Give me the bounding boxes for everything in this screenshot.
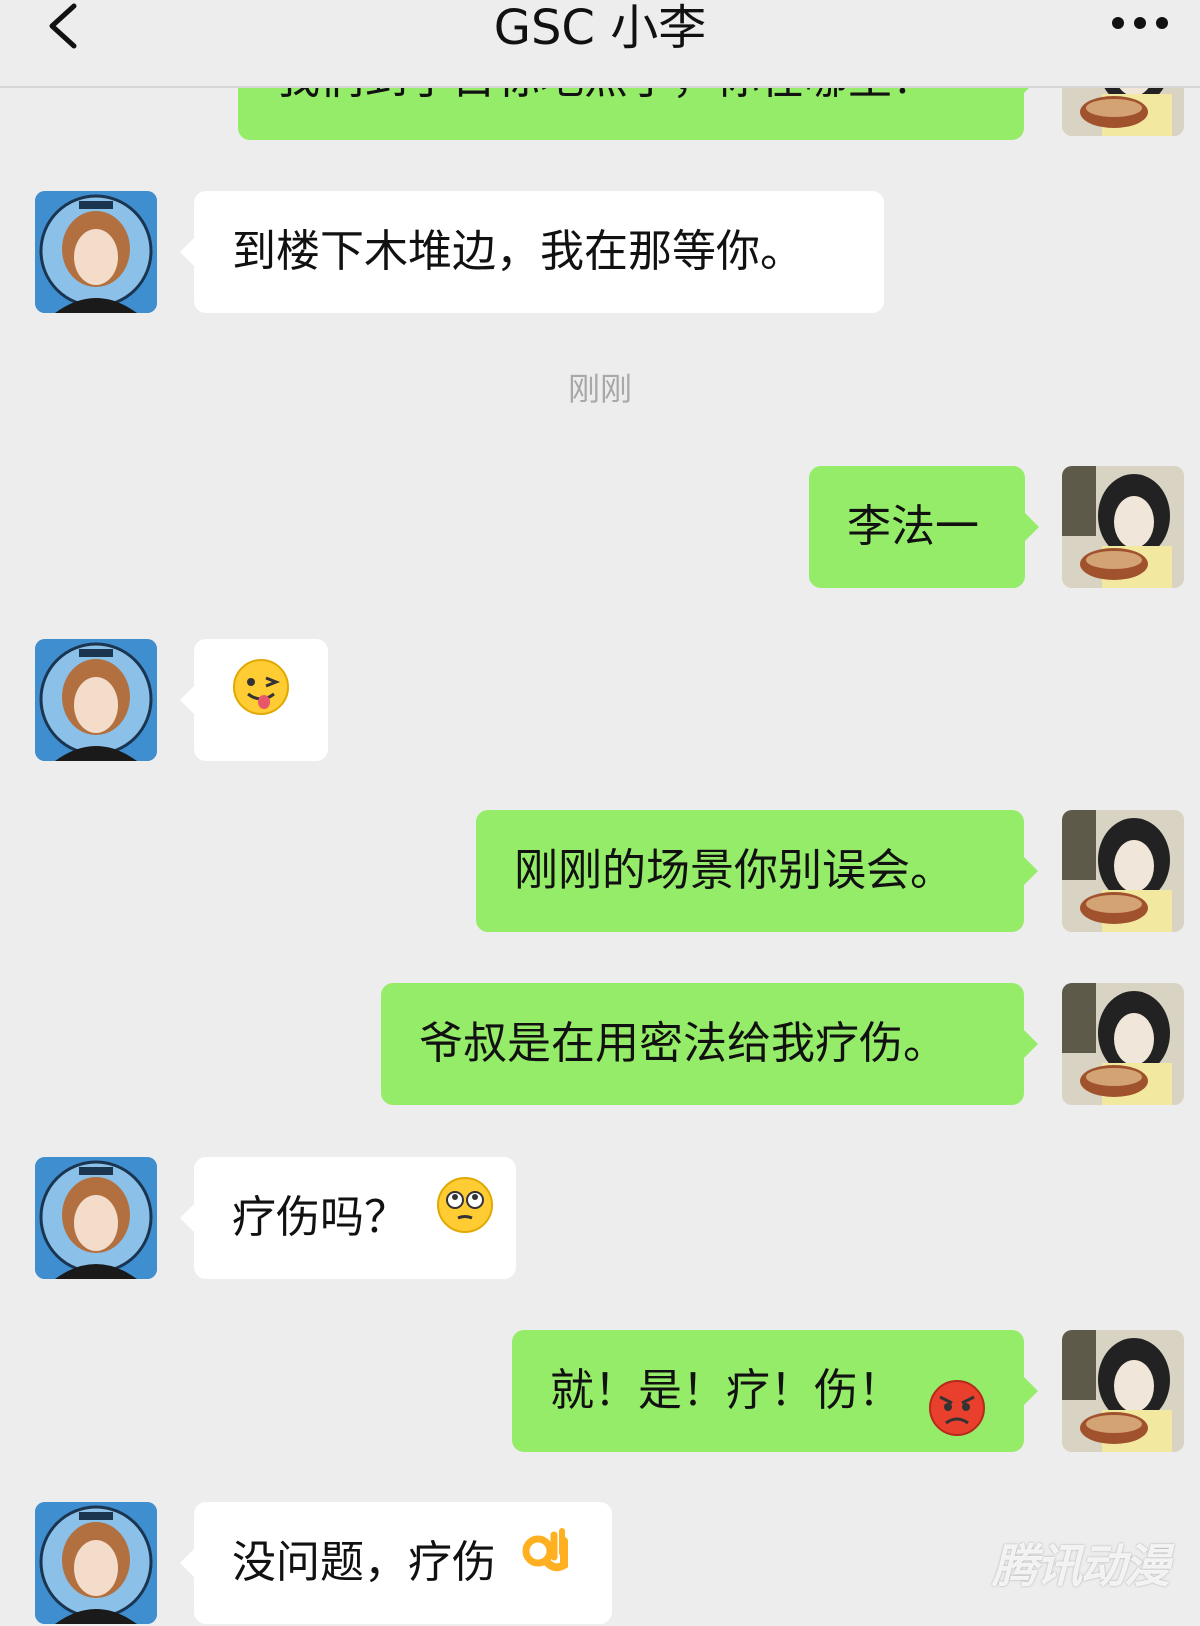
- chat-title: GSC 小李: [493, 0, 707, 56]
- message-bubble-incoming[interactable]: 没问题，疗伤: [180, 1502, 612, 1626]
- more-dots-icon: [1112, 17, 1168, 29]
- contact-avatar[interactable]: [35, 1157, 157, 1279]
- message-bubble-outgoing[interactable]: 李法一: [809, 466, 1039, 588]
- my-avatar[interactable]: [1062, 810, 1184, 932]
- my-avatar[interactable]: [1062, 466, 1184, 588]
- watermark-logo: 腾讯动漫: [992, 1539, 1170, 1593]
- my-avatar[interactable]: [1062, 1330, 1184, 1452]
- message-text: 李法一: [847, 501, 979, 552]
- contact-avatar[interactable]: [35, 639, 157, 761]
- message-text: 疗伤吗？: [232, 1192, 408, 1243]
- angry-face-emoji-icon: [928, 1362, 986, 1484]
- timestamp: 刚刚: [567, 370, 632, 408]
- more-button[interactable]: [1108, 8, 1172, 38]
- message-text: 刚刚的场景你别误会。: [514, 845, 954, 896]
- message-bubble-incoming[interactable]: 疗伤吗？: [180, 1157, 516, 1281]
- chat-area: 我们到了目标地点了，你在哪里？ 到楼下木堆边，我在那等你。 刚刚 李法一 刚刚的…: [0, 0, 1200, 1624]
- message-bubble-incoming[interactable]: [180, 639, 328, 763]
- message-bubble-incoming[interactable]: 到楼下木堆边，我在那等你。: [180, 191, 884, 313]
- my-avatar[interactable]: [1062, 983, 1184, 1105]
- message-bubble-outgoing[interactable]: 就！是！疗！伤！: [512, 1330, 1038, 1452]
- contact-avatar[interactable]: [35, 1502, 157, 1624]
- ok-hand-emoji-icon: [514, 1504, 572, 1626]
- winking-tongue-emoji-icon: [232, 641, 290, 763]
- message-text: 爷叔是在用密法给我疗伤。: [419, 1018, 947, 1069]
- message-bubble-outgoing[interactable]: 刚刚的场景你别误会。: [476, 810, 1038, 932]
- chat-header: GSC 小李: [0, 0, 1200, 88]
- message-text: 到楼下木堆边，我在那等你。: [232, 226, 804, 277]
- flushed-eyes-emoji-icon: [436, 1159, 494, 1281]
- message-bubble-outgoing[interactable]: 爷叔是在用密法给我疗伤。: [381, 983, 1038, 1105]
- message-text: 没问题，疗伤: [232, 1537, 496, 1588]
- message-text: 就！是！疗！伤！: [550, 1365, 902, 1416]
- contact-avatar[interactable]: [35, 191, 157, 313]
